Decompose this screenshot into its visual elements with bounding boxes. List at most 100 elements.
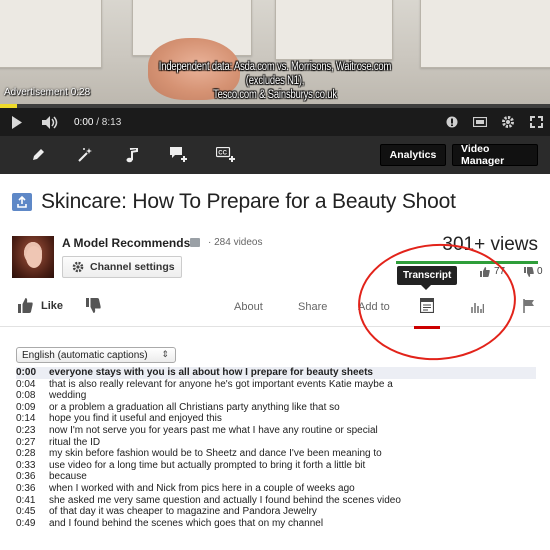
- transcript-timestamp: 0:49: [16, 517, 36, 529]
- transcript-line[interactable]: 0:04 that is also really relevant for any…: [16, 379, 536, 391]
- channel-badge-icon: [190, 238, 200, 247]
- flag-icon: [523, 299, 534, 313]
- edit-video-button[interactable]: [14, 136, 61, 174]
- transcript-line[interactable]: 0:27 ritual the ID: [16, 437, 536, 449]
- transcript-timestamp: 0:27: [16, 436, 36, 448]
- transcript-text: when I worked with and Nick from pics he…: [49, 482, 355, 494]
- transcript-bottom-mask: [0, 538, 550, 550]
- video-caption: Independent data: Asda.com vs. Morrisons…: [148, 60, 402, 102]
- settings-icon: [502, 116, 514, 128]
- like-button[interactable]: Like: [18, 298, 63, 313]
- tab-share[interactable]: Share: [298, 301, 327, 313]
- transcript-text: now I'm not serve you for years past me …: [49, 424, 378, 436]
- resolution-button[interactable]: [466, 108, 494, 136]
- transcript-timestamp: 0:14: [16, 413, 36, 425]
- channel-settings-label: Channel settings: [90, 261, 175, 273]
- annotations-add-button[interactable]: [155, 136, 202, 174]
- transcript-line[interactable]: 0:23 now I'm not serve you for years past…: [16, 425, 536, 437]
- transcript-timestamp: 0:33: [16, 459, 36, 471]
- resolution-icon: [473, 117, 487, 127]
- transcript-text: my skin before fashion would be to Sheet…: [49, 448, 382, 460]
- play-button[interactable]: [0, 108, 34, 136]
- transcript-line[interactable]: 0:36 when I worked with and Nick from pic…: [16, 483, 536, 495]
- transcript-text: use video for a long time but actually p…: [49, 459, 366, 471]
- video-manager-button[interactable]: Video Manager: [452, 143, 538, 167]
- transcript-text: that is also really relevant for anyone …: [49, 378, 393, 390]
- transcript-timestamp: 0:04: [16, 378, 36, 390]
- volume-button[interactable]: [34, 108, 68, 136]
- enhancements-button[interactable]: [61, 136, 108, 174]
- dislikes-count: 0: [524, 266, 543, 277]
- transcript-timestamp: 0:00: [16, 367, 37, 378]
- transcript-line[interactable]: 0:36 because: [16, 471, 536, 483]
- transcript-timestamp: 0:41: [16, 494, 36, 506]
- report-button[interactable]: [523, 299, 535, 318]
- settings-button[interactable]: [494, 108, 522, 136]
- transcript-text: hope you find it useful and enjoyed this: [49, 413, 222, 425]
- analytics-button[interactable]: Analytics: [380, 144, 446, 166]
- like-icon: [18, 298, 33, 313]
- transcript-line[interactable]: 0:33 use video for a long time but actual…: [16, 460, 536, 472]
- caption-language-value: English (automatic captions): [22, 349, 148, 361]
- video-player[interactable]: Independent data: Asda.com vs. Morrisons…: [0, 0, 550, 104]
- transcript-line[interactable]: 0:41 she asked me very same question and …: [16, 495, 536, 507]
- transcript-line[interactable]: 0:14 hope you find it useful and enjoyed …: [16, 413, 536, 425]
- time-display: 0:00 / 8:13: [74, 117, 121, 128]
- edit-icon: [32, 149, 44, 160]
- annotation-circle: [354, 238, 520, 366]
- thumbs-down-icon: [524, 266, 534, 277]
- transcript-text: ritual the ID: [49, 436, 101, 448]
- tab-about[interactable]: About: [234, 301, 263, 313]
- dislikes-value: 0: [537, 266, 543, 277]
- duration: / 8:13: [96, 116, 122, 128]
- video-caption-line: Independent data: Asda.com vs. Morrisons…: [158, 61, 392, 87]
- captions-button[interactable]: CC: [202, 136, 249, 174]
- transcript-timestamp: 0:28: [16, 448, 36, 460]
- video-count: · 284 videos: [208, 237, 263, 248]
- transcript-text: everyone stays with you is all about how…: [49, 367, 373, 378]
- like-label: Like: [41, 299, 64, 312]
- channel-name[interactable]: A Model Recommends: [62, 236, 190, 250]
- annotations-icon: [446, 116, 458, 128]
- fullscreen-icon: [529, 116, 543, 128]
- transcript-line[interactable]: 0:28 my skin before fashion would be to S…: [16, 448, 536, 460]
- fullscreen-button[interactable]: [522, 108, 550, 136]
- transcript-list[interactable]: 0:00 everyone stays with you is all about…: [16, 367, 536, 537]
- transcript-timestamp: 0:36: [16, 471, 36, 483]
- enhance-icon: [77, 148, 92, 162]
- transcript-text: she asked me very same question and actu…: [49, 494, 401, 506]
- transcript-text: wedding: [49, 390, 87, 402]
- transcript-text: or a problem a graduation all Christians…: [49, 401, 340, 413]
- volume-icon: [42, 115, 58, 129]
- transcript-line[interactable]: 0:45 of that day it was cheaper to magazi…: [16, 506, 536, 518]
- transcript-timestamp: 0:08: [16, 390, 36, 402]
- transcript-timestamp: 0:36: [16, 482, 36, 494]
- current-time: 0:00: [74, 116, 94, 128]
- dislike-button[interactable]: [86, 298, 101, 318]
- title-row: Skincare: How To Prepare for a Beauty Sh…: [12, 190, 456, 214]
- channel-settings-button[interactable]: Channel settings: [62, 256, 182, 278]
- transcript-line[interactable]: 0:09 or a problem a graduation all Christ…: [16, 402, 536, 414]
- annotations-add-icon: [169, 147, 187, 162]
- upload-icon: [12, 193, 32, 211]
- transcript-timestamp: 0:23: [16, 424, 36, 436]
- play-icon: [12, 115, 22, 129]
- caption-language-select[interactable]: English (automatic captions) ⇕: [16, 347, 176, 363]
- video-caption-line: Tesco.com & Sainsburys.co.uk: [213, 89, 337, 101]
- transcript-line[interactable]: 0:08 wedding: [16, 390, 536, 402]
- annotations-toggle-button[interactable]: [438, 108, 466, 136]
- video-frame-card: [420, 0, 550, 68]
- dislike-icon: [86, 298, 101, 313]
- transcript-line[interactable]: 0:49 and I found behind the scenes which …: [16, 518, 536, 530]
- player-controls: 0:00 / 8:13: [0, 108, 550, 136]
- gear-icon: [72, 261, 84, 273]
- video-title: Skincare: How To Prepare for a Beauty Sh…: [41, 190, 456, 213]
- video-frame-card: [0, 0, 102, 68]
- transcript-line[interactable]: 0:00 everyone stays with you is all about…: [16, 367, 536, 379]
- advertisement-label: Advertisement 0:28: [4, 87, 91, 98]
- transcript-text: of that day it was cheaper to magazine a…: [49, 506, 317, 518]
- audio-button[interactable]: [108, 136, 155, 174]
- transcript-text: and I found behind the scenes which goes…: [49, 517, 324, 529]
- transcript-text: because: [49, 471, 87, 483]
- channel-avatar[interactable]: [12, 236, 54, 278]
